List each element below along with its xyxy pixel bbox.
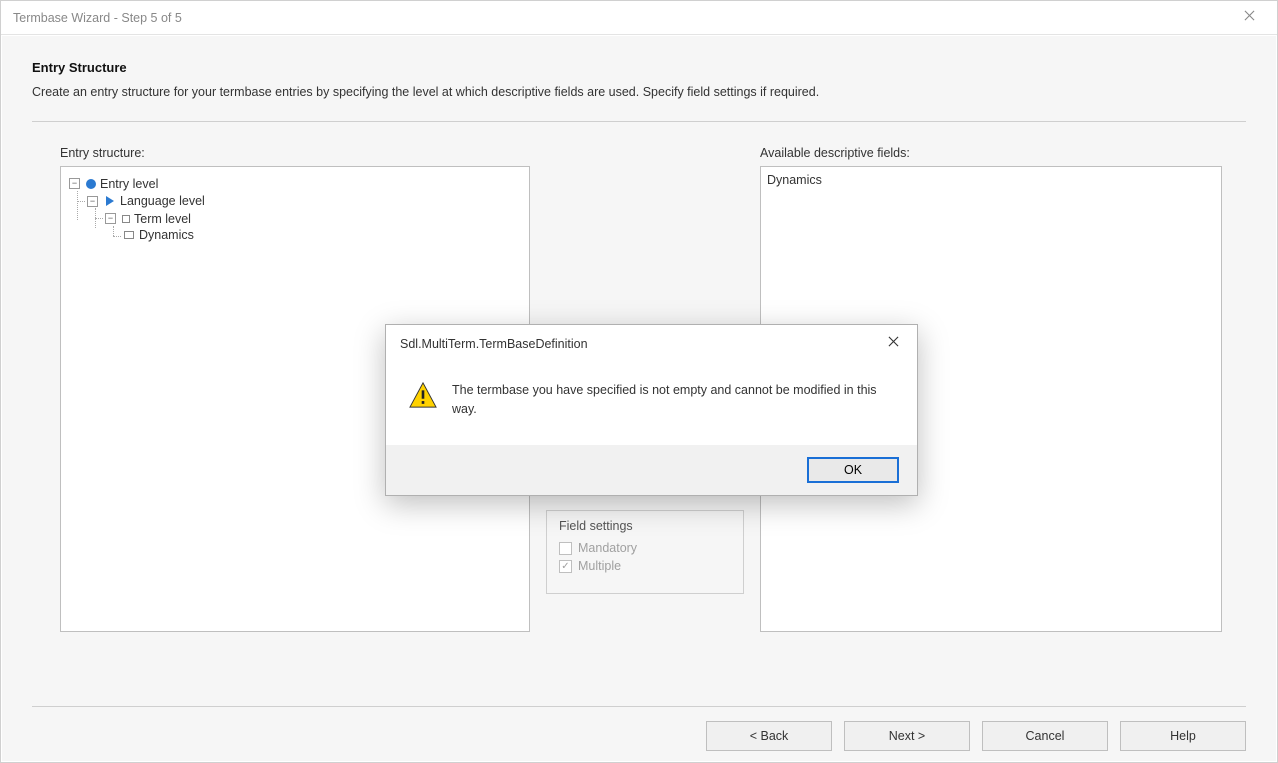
tree-expander-icon[interactable]: − <box>69 178 80 189</box>
button-label: Help <box>1170 729 1196 743</box>
tree-node-entry-level[interactable]: − Entry level <box>69 177 158 191</box>
warning-icon <box>408 381 438 419</box>
wizard-window: Termbase Wizard - Step 5 of 5 Entry Stru… <box>0 0 1278 763</box>
tree-node-label: Dynamics <box>139 228 194 242</box>
tree-node-label: Entry level <box>100 177 158 191</box>
checkbox-icon: ✓ <box>559 560 572 573</box>
button-label: OK <box>844 463 862 477</box>
mandatory-checkbox: Mandatory <box>559 541 731 555</box>
entry-structure-label: Entry structure: <box>60 146 530 160</box>
back-button[interactable]: < Back <box>706 721 832 751</box>
window-close-button[interactable] <box>1227 1 1271 33</box>
ok-button[interactable]: OK <box>807 457 899 483</box>
cancel-button[interactable]: Cancel <box>982 721 1108 751</box>
tree-expander-icon[interactable]: − <box>87 196 98 207</box>
title-bar: Termbase Wizard - Step 5 of 5 <box>1 1 1277 35</box>
error-dialog: Sdl.MultiTerm.TermBaseDefinition The ter… <box>385 324 918 496</box>
tree-expander-icon[interactable]: − <box>105 213 116 224</box>
checkbox-label: Mandatory <box>578 541 637 555</box>
tree-node-field-dynamics[interactable]: Dynamics <box>123 228 194 242</box>
tree-node-language-level[interactable]: − Language level <box>87 194 205 208</box>
dialog-body: The termbase you have specified is not e… <box>386 363 917 445</box>
divider <box>32 121 1246 122</box>
tree-node-label: Term level <box>134 212 191 226</box>
square-icon <box>122 215 130 223</box>
page-subheading: Create an entry structure for your termb… <box>32 85 1246 99</box>
dialog-message: The termbase you have specified is not e… <box>452 381 895 419</box>
field-settings-group: Field settings Mandatory ✓ Multiple <box>546 510 744 594</box>
tree-node-term-level[interactable]: − Term level <box>105 212 191 226</box>
button-label: Cancel <box>1026 729 1065 743</box>
dialog-close-button[interactable] <box>875 329 911 357</box>
play-icon <box>104 195 116 207</box>
dialog-title: Sdl.MultiTerm.TermBaseDefinition <box>400 337 588 351</box>
button-label: < Back <box>750 729 789 743</box>
button-label: Next > <box>889 729 925 743</box>
dialog-title-bar: Sdl.MultiTerm.TermBaseDefinition <box>386 325 917 363</box>
field-icon <box>123 229 135 241</box>
next-button[interactable]: Next > <box>844 721 970 751</box>
tree-node-label: Language level <box>120 194 205 208</box>
available-fields-label: Available descriptive fields: <box>760 146 1222 160</box>
window-title: Termbase Wizard - Step 5 of 5 <box>13 11 182 25</box>
wizard-footer: < Back Next > Cancel Help <box>32 706 1246 751</box>
list-item[interactable]: Dynamics <box>767 173 1215 187</box>
page-heading: Entry Structure <box>32 60 1246 75</box>
checkbox-label: Multiple <box>578 559 621 573</box>
field-settings-legend: Field settings <box>559 519 731 533</box>
multiple-checkbox: ✓ Multiple <box>559 559 731 573</box>
help-button[interactable]: Help <box>1120 721 1246 751</box>
checkbox-icon <box>559 542 572 555</box>
bullet-icon <box>86 179 96 189</box>
close-icon <box>888 336 899 350</box>
close-icon <box>1244 10 1255 24</box>
dialog-footer: OK <box>386 445 917 495</box>
